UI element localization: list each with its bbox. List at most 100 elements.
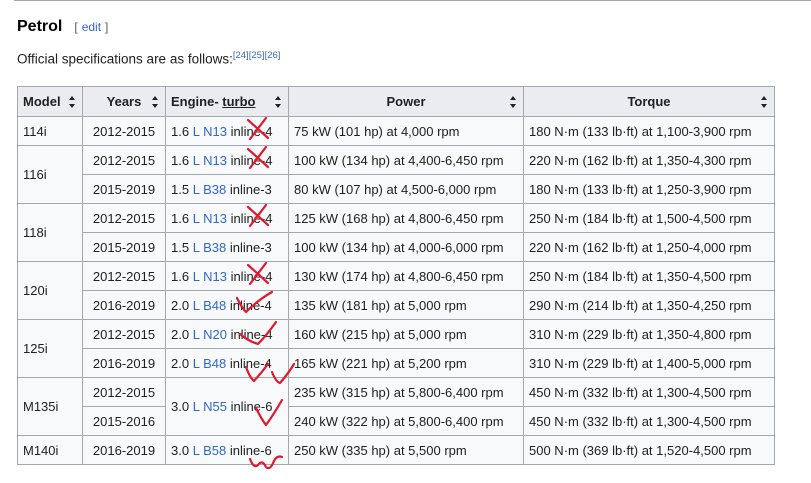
section-title: Petrol [17,18,63,35]
engine-cell: 1.6 L N13 inline-4 [165,203,289,233]
sort-icon[interactable] [275,95,282,108]
litre-link[interactable]: L [193,153,200,168]
table-row: 2015-2019 1.5 L B38 inline-3 80 kW (107 hp… [18,174,775,204]
displacement: 2.0 [171,297,190,313]
engine-layout: inline-4 [230,210,273,226]
table-row: 2016-2019 2.0 L B48 inline-4 165 kW (221 h… [18,348,775,378]
engine-cell: 1.6 L N13 inline-4 [165,116,289,146]
litre-link[interactable]: L [193,356,200,371]
model-cell: 120i [17,261,83,320]
column-header-engine[interactable]: Engine- turbo [165,86,289,117]
column-header-model[interactable]: Model [17,86,83,117]
torque-cell: 250 N·m (184 lb·ft) at 1,350-4,500 rpm [523,261,775,291]
engine-layout: inline-4 [230,152,273,168]
years-cell: 2012-2015 [82,116,166,146]
citation-link[interactable]: [24] [233,50,249,61]
engine-layout: inline-6 [230,399,273,414]
torque-cell: 180 N·m (133 lb·ft) at 1,100-3,900 rpm [523,116,775,146]
citations: [24][25][26] [233,50,281,61]
engine-code-link[interactable]: N13 [203,211,227,226]
engine-code-link[interactable]: B48 [203,356,226,371]
engine-cell: 1.5 L B38 inline-3 [165,174,289,204]
engine-code-link[interactable]: N20 [203,327,227,342]
displacement: 1.5 [171,181,190,197]
edit-section: [edit] [74,20,109,34]
engine-cell: 1.5 L B38 inline-3 [165,232,289,262]
litre-link[interactable]: L [193,182,200,197]
turbo-link[interactable]: turbo [222,94,255,109]
engine-layout: inline-3 [229,239,272,255]
engine-code-link[interactable]: N13 [203,269,227,284]
engine-layout: inline-4 [229,297,272,313]
sort-icon[interactable] [761,95,768,108]
column-header-torque[interactable]: Torque [523,86,775,117]
engine-code-link[interactable]: N13 [203,124,227,139]
torque-cell: 220 N·m (162 lb·ft) at 1,250-4,000 rpm [523,232,775,262]
power-cell: 130 kW (174 hp) at 4,800-6,450 rpm [288,261,524,291]
table-header-row: Model Years Engine- turbo Power Torque [17,86,775,117]
model-cell: M135i [17,377,83,436]
litre-link[interactable]: L [193,399,200,414]
power-cell: 80 kW (107 hp) at 4,500-6,000 rpm [288,174,524,204]
torque-cell: 310 N·m (229 lb·ft) at 1,400-5,000 rpm [523,348,775,378]
intro-text: Official specifications are as follows:[… [17,50,281,67]
engine-cell: 2.0 L B48 inline-4 [165,290,289,320]
column-header-years[interactable]: Years [82,86,166,117]
litre-link[interactable]: L [193,240,200,255]
torque-cell: 310 N·m (229 lb·ft) at 1,350-4,800 rpm [523,319,775,349]
table-row: 120i 2012-2015 1.6 L N13 inline-4 130 kW (1… [17,261,775,320]
displacement: 2.0 [171,355,190,371]
litre-link[interactable]: L [193,269,200,284]
column-header-power[interactable]: Power [288,86,524,117]
years-cell: 2015-2019 [82,174,166,204]
litre-link[interactable]: L [193,298,200,313]
edit-link[interactable]: edit [82,20,101,34]
engine-layout: inline-4 [230,326,273,342]
torque-cell: 250 N·m (184 lb·ft) at 1,500-4,500 rpm [523,203,775,233]
table-row: 2015-2019 1.5 L B38 inline-3 100 kW (134 h… [18,232,775,262]
engine-code-link[interactable]: B48 [203,298,226,313]
engine-layout: inline-4 [229,355,272,371]
engine-cell: 3.0 L B58 inline-6 [165,435,289,465]
engine-code-link[interactable]: N55 [203,399,227,414]
engine-layout: inline-4 [230,268,273,284]
sort-icon[interactable] [510,95,517,108]
litre-link[interactable]: L [193,124,200,139]
years-cell: 2016-2019 [82,290,166,320]
litre-link[interactable]: L [193,211,200,226]
power-cell: 100 kW (134 hp) at 4,400-6,450 rpm [288,145,524,175]
engine-code-link[interactable]: N13 [203,153,227,168]
section-heading: Petrol [edit] [17,18,108,36]
specs-table: Model Years Engine- turbo Power Torque 1… [17,86,775,465]
litre-link[interactable]: L [193,327,200,342]
sort-icon[interactable] [69,95,76,108]
table-row: 2016-2019 2.0 L B48 inline-4 135 kW (181 h… [18,290,775,320]
power-cell: 240 kW (322 hp) at 5,800-6,400 rpm [288,406,524,436]
citation-link[interactable]: [25] [249,50,265,61]
table-row: 116i 2012-2015 1.6 L N13 inline-4 100 kW (1… [17,145,775,204]
model-cell: 116i [17,145,83,204]
model-cell: 118i [17,203,83,262]
engine-code-link[interactable]: B38 [203,182,226,197]
engine-code-link[interactable]: B58 [203,443,226,458]
power-cell: 250 kW (335 hp) at 5,500 rpm [288,435,524,465]
years-cell: 2015-2019 [82,232,166,262]
torque-cell: 500 N·m (369 lb·ft) at 1,520-4,500 rpm [523,435,775,465]
years-cell: 2012-2015 [82,261,166,291]
power-cell: 165 kW (221 hp) at 5,200 rpm [288,348,524,378]
torque-cell: 450 N·m (332 lb·ft) at 1,300-4,500 rpm [523,377,775,407]
table-row: M140i 2016-2019 3.0 L B58 inline-6 250 kW (… [17,435,775,465]
citation-link[interactable]: [26] [265,50,281,61]
displacement: 2.0 [171,326,190,342]
displacement: 3.0 [171,399,190,414]
model-cell: 125i [17,319,83,378]
sort-icon[interactable] [152,95,159,108]
torque-cell: 180 N·m (133 lb·ft) at 1,250-3,900 rpm [523,174,775,204]
years-cell: 2015-2016 [82,406,166,436]
table-row: 118i 2012-2015 1.6 L N13 inline-4 125 kW (1… [17,203,775,262]
engine-cell: 2.0 L B48 inline-4 [165,348,289,378]
engine-code-link[interactable]: B38 [203,240,226,255]
table-row: M135i 2012-2015 3.0 L N55 inline-6 235 kW (… [17,377,775,436]
litre-link[interactable]: L [193,443,200,458]
power-cell: 135 kW (181 hp) at 5,000 rpm [288,290,524,320]
